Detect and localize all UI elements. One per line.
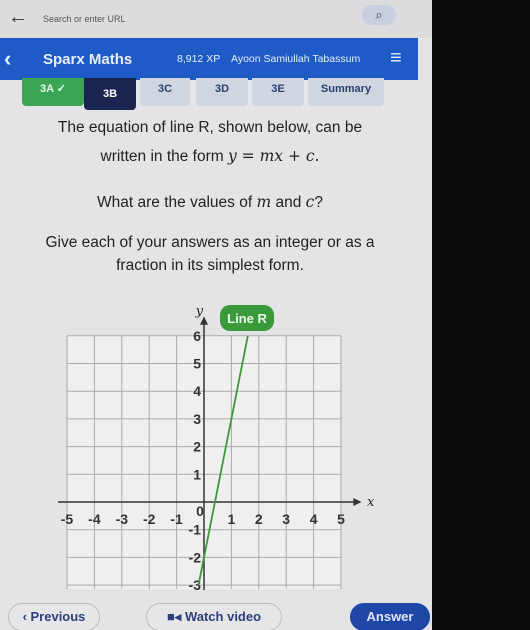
- y-tick-label: -1: [189, 522, 202, 538]
- y-tick-label: 3: [193, 411, 201, 427]
- y-tick-label: 6: [193, 328, 201, 344]
- x-tick-label: -1: [170, 511, 183, 527]
- x-tick-label: -2: [143, 511, 156, 527]
- x-tick-label: 4: [310, 511, 318, 527]
- answer-button[interactable]: Answer: [350, 603, 430, 630]
- x-tick-label: 1: [228, 511, 236, 527]
- y-tick-label: -2: [189, 549, 202, 565]
- x-tick-label: 5: [337, 511, 345, 527]
- x-tick-label: -5: [61, 511, 74, 527]
- video-camera-icon: ■◂: [166, 609, 185, 624]
- x-axis-arrow: [353, 498, 362, 506]
- screen-bezel: [432, 0, 530, 630]
- y-tick-label: 2: [193, 439, 201, 455]
- x-tick-label: -4: [88, 511, 101, 527]
- y-tick-label: 5: [193, 356, 201, 372]
- watch-label: Watch video: [184, 609, 262, 624]
- y-tick-label: 4: [193, 383, 201, 399]
- x-tick-label: 3: [282, 511, 290, 527]
- line-graph: xy-5 -4 -3 -2 -1 0 1 2 3 4 5-3-2-1123456Line R: [58, 304, 375, 593]
- watch-video-button[interactable]: ■◂ Watch video: [146, 603, 282, 630]
- y-tick-label: 1: [193, 466, 201, 482]
- x-tick-label: 2: [255, 511, 263, 527]
- x-tick-label: -3: [116, 511, 129, 527]
- x-tick-label: 0: [196, 503, 204, 519]
- screen: ← Search or enter URL ⌕ ‹ Sparx Maths 8,…: [0, 0, 432, 630]
- previous-button[interactable]: ‹ Previous: [8, 603, 100, 630]
- x-axis-label: x: [367, 495, 375, 510]
- y-axis-label: y: [195, 304, 204, 319]
- line-r-label: Line R: [227, 311, 267, 326]
